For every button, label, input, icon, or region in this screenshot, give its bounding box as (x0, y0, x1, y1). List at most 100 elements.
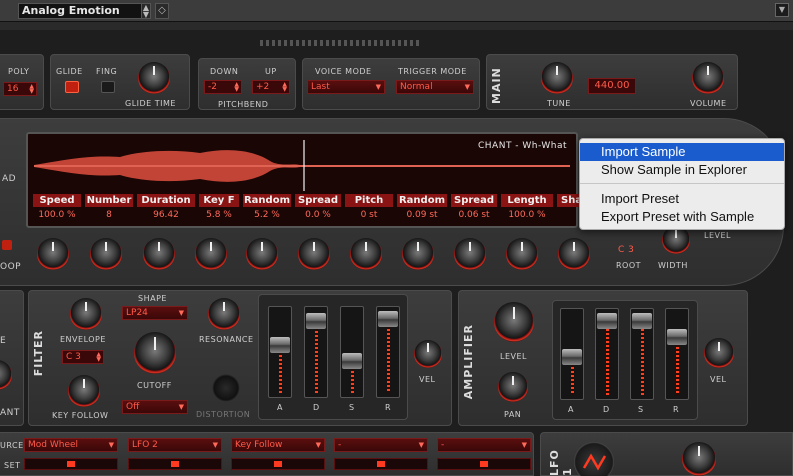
width-knob[interactable] (662, 226, 690, 254)
mod-source-select-2[interactable]: LFO 2 ▼ (128, 438, 222, 452)
envelope-spinner[interactable]: C 3 ▲ ▼ (62, 350, 104, 364)
mod-amount-handle-5[interactable] (480, 461, 488, 467)
shape-select[interactable]: LP24 ▼ (122, 306, 188, 320)
keyf-knob[interactable] (195, 238, 227, 270)
param-value-random[interactable]: 5.2 % (243, 210, 291, 221)
mod-source-select-5[interactable]: - ▼ (437, 438, 531, 452)
down-value: -2 (208, 82, 217, 92)
filter-attack-fader[interactable] (268, 306, 292, 398)
resonance-knob[interactable] (208, 298, 240, 330)
pitchbend-up-spinner[interactable]: +2 ▲ ▼ (252, 80, 290, 94)
amp-release-handle[interactable] (667, 329, 687, 345)
root-value[interactable]: C 3 (618, 245, 634, 255)
chevron-down-icon[interactable]: ▼ (775, 3, 789, 17)
lfo-waveform-selector[interactable] (574, 442, 614, 476)
amp-attack-fader[interactable] (560, 308, 584, 400)
volume-knob[interactable] (692, 62, 724, 94)
duration-knob[interactable] (143, 238, 175, 270)
filter-sustain-handle[interactable] (342, 353, 362, 369)
pitch-random-knob[interactable] (402, 238, 434, 270)
pitch-knob[interactable] (350, 238, 382, 270)
trigger-mode-value: Normal (400, 82, 433, 92)
menu-item-import-preset[interactable]: Import Preset (580, 190, 784, 208)
lfo-rate-knob[interactable] (682, 442, 716, 476)
mod-amount-slider-5[interactable] (437, 458, 531, 470)
distortion-knob[interactable] (212, 374, 240, 402)
param-label-spread: Spread (295, 194, 341, 207)
key-follow-knob[interactable] (68, 375, 100, 407)
mod-source-value-4: - (338, 440, 342, 450)
filter-release-handle[interactable] (378, 311, 398, 327)
sample-name: CHANT - Wh-What (478, 141, 568, 151)
mod-source-select-4[interactable]: - ▼ (334, 438, 428, 452)
preset-name-field[interactable]: Analog Emotion (18, 3, 150, 19)
mod-amount-slider-4[interactable] (334, 458, 428, 470)
filter-decay-fader[interactable] (304, 306, 328, 398)
number-knob[interactable] (90, 238, 122, 270)
mod-source-select-1[interactable]: Mod Wheel ▼ (24, 438, 118, 452)
param-value-keyf[interactable]: 5.8 % (199, 210, 239, 221)
filter-vel-knob[interactable] (414, 340, 442, 368)
amp-sustain-handle[interactable] (632, 313, 652, 329)
menu-item-import-sample[interactable]: Import Sample (580, 143, 784, 161)
amp-sustain-fader[interactable] (630, 308, 654, 400)
param-value-length[interactable]: 100.0 % (501, 210, 553, 221)
pan-knob[interactable] (498, 372, 528, 402)
param-value-pitch-random[interactable]: 0.09 st (397, 210, 447, 221)
param-value-number[interactable]: 8 (85, 210, 133, 221)
voice-mode-select[interactable]: Last ▼ (307, 80, 385, 94)
tune-knob[interactable] (541, 62, 573, 94)
speed-knob[interactable] (37, 238, 69, 270)
poly-value: 16 (7, 84, 19, 94)
shape-knob[interactable] (558, 238, 590, 270)
amp-vel-knob[interactable] (704, 338, 734, 368)
mod-source-select-3[interactable]: Key Follow ▼ (231, 438, 325, 452)
voice-mode-label: VOICE MODE (315, 67, 372, 76)
amp-level-knob[interactable] (494, 302, 534, 342)
mod-amount-handle-1[interactable] (67, 461, 75, 467)
envelope-knob[interactable] (70, 298, 102, 330)
amp-decay-fader[interactable] (595, 308, 619, 400)
filter-decay-handle[interactable] (306, 313, 326, 329)
mod-amount-slider-1[interactable] (24, 458, 118, 470)
filter-attack-handle[interactable] (270, 337, 290, 353)
amp-attack-handle[interactable] (562, 349, 582, 365)
random-knob[interactable] (246, 238, 278, 270)
pan-label: PAN (504, 410, 522, 419)
param-value-pitch[interactable]: 0 st (345, 210, 393, 221)
mod-amount-handle-2[interactable] (171, 461, 179, 467)
cutoff-knob[interactable] (134, 332, 176, 374)
spread-knob[interactable] (298, 238, 330, 270)
mod-amount-handle-4[interactable] (377, 461, 385, 467)
menu-item-show-sample-in-explorer[interactable]: Show Sample in Explorer (580, 161, 784, 179)
trigger-mode-select[interactable]: Normal ▼ (396, 80, 474, 94)
tune-value[interactable]: 440.00 (588, 78, 636, 94)
filter-release-fader[interactable] (376, 306, 400, 398)
param-value-duration[interactable]: 96.42 (137, 210, 195, 221)
glide-time-knob[interactable] (138, 62, 170, 94)
param-value-speed[interactable]: 100.0 % (33, 210, 81, 221)
glide-toggle[interactable] (65, 81, 79, 93)
menu-item-export-preset-with-sample[interactable]: Export Preset with Sample (580, 208, 784, 226)
length-knob[interactable] (506, 238, 538, 270)
preset-options-icon[interactable]: ◇ (155, 3, 169, 19)
amp-release-fader[interactable] (665, 308, 689, 400)
panel-grip (260, 40, 420, 46)
preset-stepper[interactable]: ▲ ▼ (141, 3, 151, 19)
mod-source-value-1: Mod Wheel (28, 440, 79, 450)
envelope-label: ENVELOPE (60, 335, 106, 344)
mod-amount-handle-3[interactable] (274, 461, 282, 467)
amp-decay-handle[interactable] (597, 313, 617, 329)
loop-toggle[interactable] (2, 240, 12, 250)
poly-spinner[interactable]: 16 ▲ ▼ (3, 82, 37, 96)
mod-amount-slider-3[interactable] (231, 458, 325, 470)
pitchbend-down-spinner[interactable]: -2 ▲ ▼ (204, 80, 242, 94)
param-value-pitch-spread[interactable]: 0.06 st (451, 210, 497, 221)
distortion-select[interactable]: Off ▼ (122, 400, 188, 414)
pitch-spread-knob[interactable] (454, 238, 486, 270)
param-value-spread[interactable]: 0.0 % (295, 210, 341, 221)
filter-sustain-fader[interactable] (340, 306, 364, 398)
fing-toggle[interactable] (101, 81, 115, 93)
mod-amount-slider-2[interactable] (128, 458, 222, 470)
tune-label: TUNE (547, 99, 571, 108)
